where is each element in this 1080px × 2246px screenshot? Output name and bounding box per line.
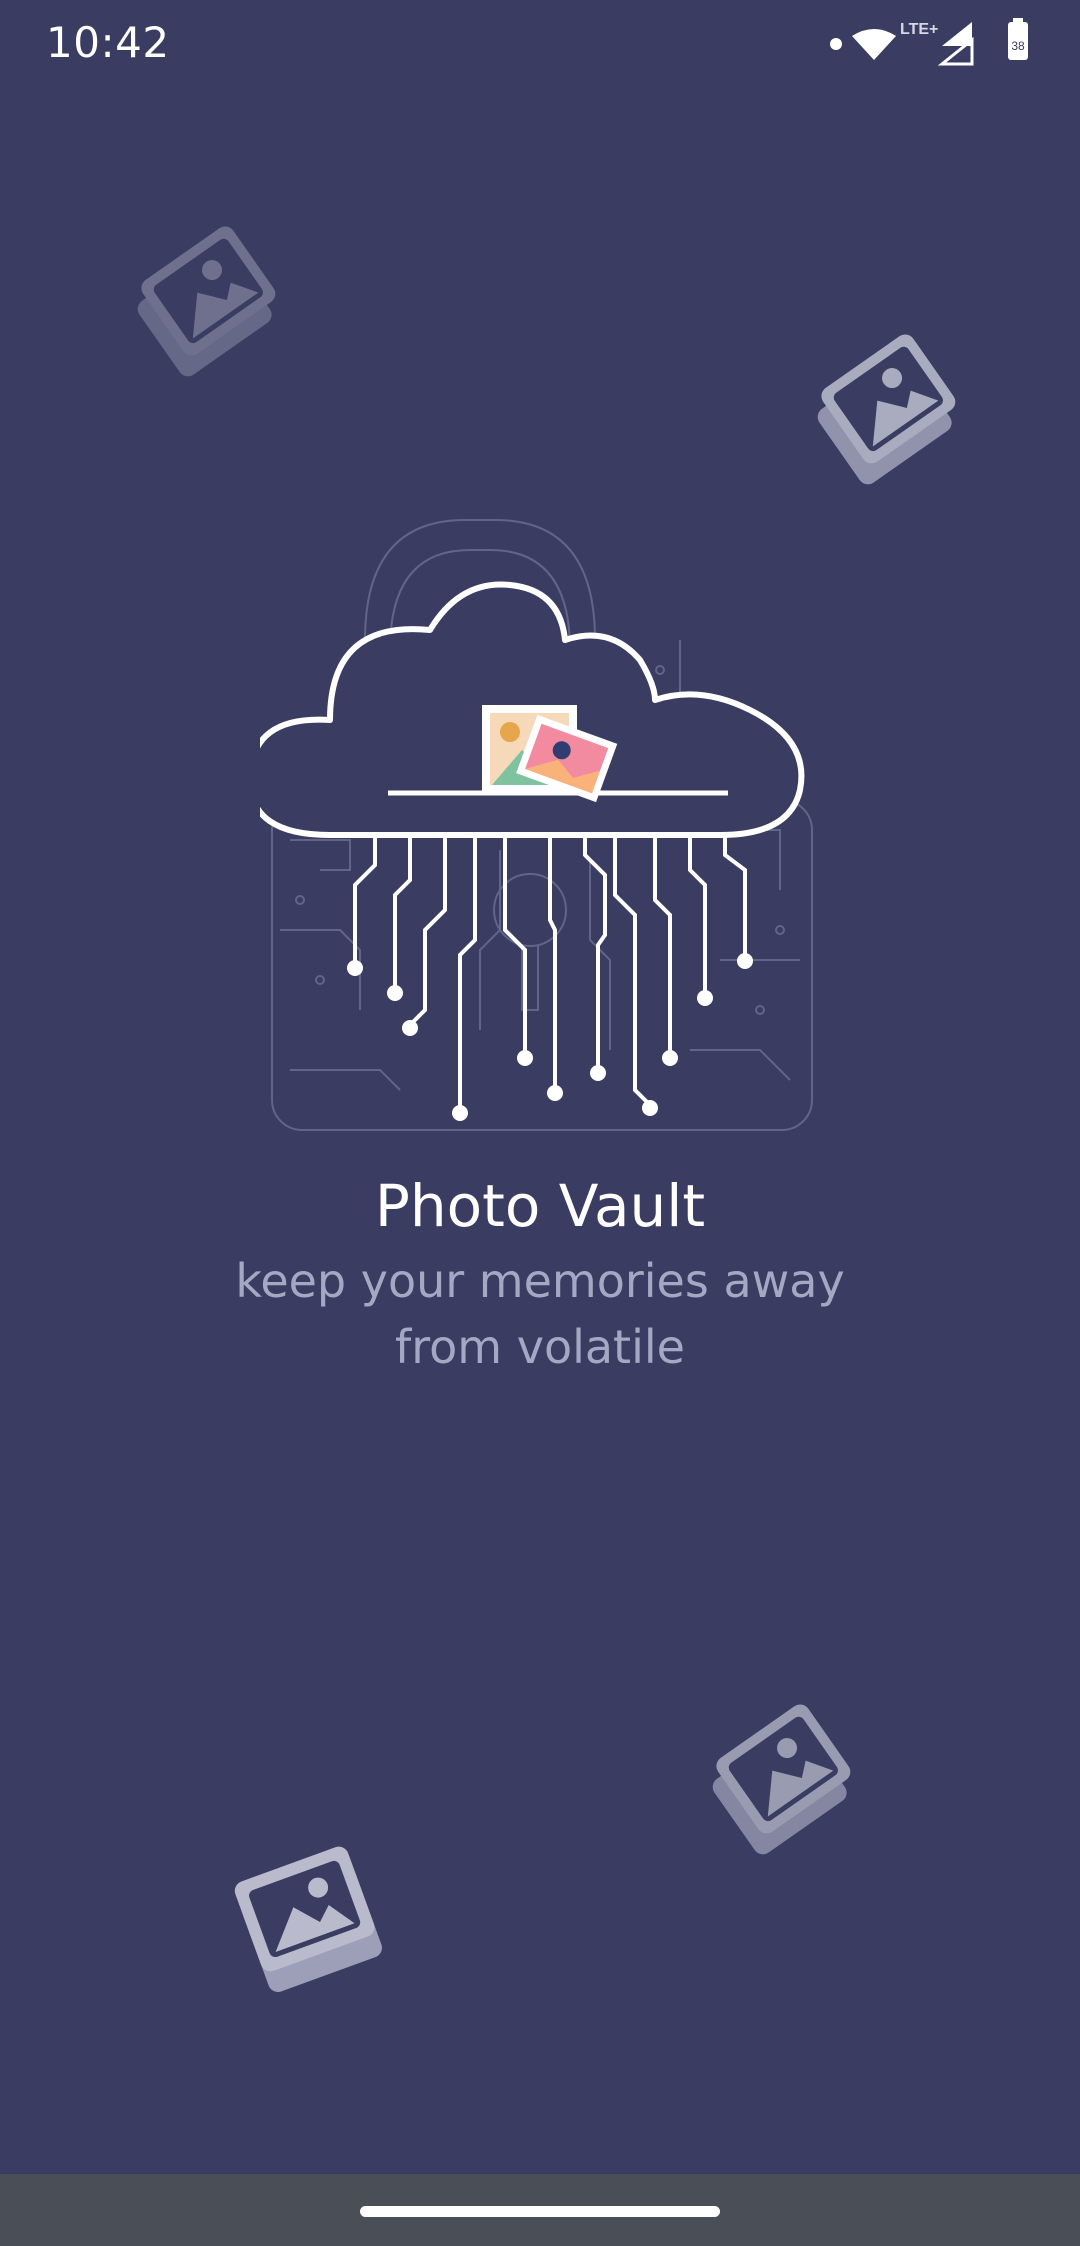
- notification-dot-icon: [830, 38, 842, 50]
- circuit-lines: [353, 835, 747, 1112]
- status-time: 10:42: [46, 18, 170, 67]
- home-gesture-handle[interactable]: [360, 2206, 720, 2217]
- status-bar: 10:42 LTE+ 38: [0, 0, 1080, 88]
- photo-stack-icon: [817, 334, 956, 485]
- svg-text:38: 38: [1011, 39, 1025, 53]
- navigation-bar: [0, 2174, 1080, 2246]
- app-subtitle: keep your memories away from volatile: [0, 1248, 1080, 1380]
- circuit-nodes: [347, 953, 753, 1121]
- subtitle-line: keep your memories away: [235, 1254, 845, 1308]
- photo-stack-icon: [234, 1846, 382, 1992]
- photo-stack-icon: [712, 1704, 851, 1855]
- subtitle-line: from volatile: [395, 1320, 685, 1374]
- photo-stack-icon: [137, 226, 276, 377]
- network-type-label: LTE+: [900, 21, 938, 38]
- status-icons: LTE+ 38: [830, 18, 1028, 66]
- app-title: Photo Vault: [374, 1172, 706, 1240]
- wifi-icon: [852, 29, 896, 60]
- cloud-vault-illustration: [260, 519, 813, 1131]
